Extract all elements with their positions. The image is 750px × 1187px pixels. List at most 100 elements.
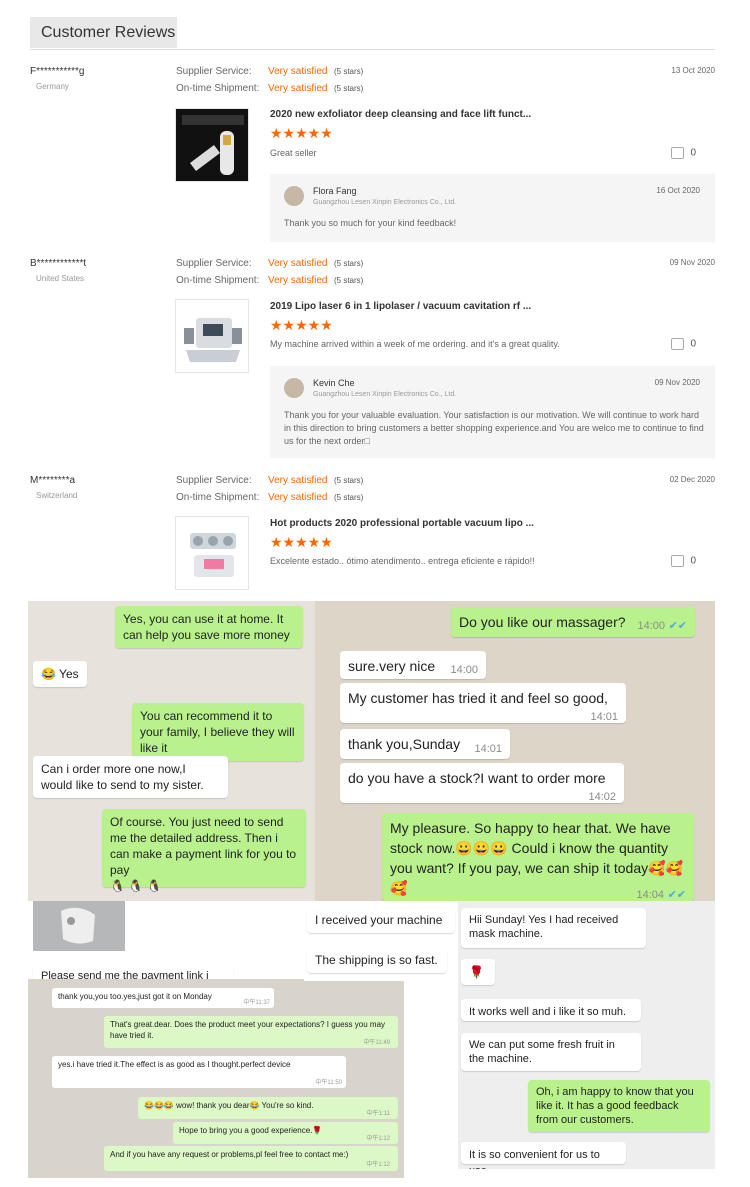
- like-button[interactable]: 0: [671, 555, 696, 567]
- product-image: [176, 109, 248, 181]
- chat-message: My pleasure. So happy to hear that. We h…: [382, 813, 694, 901]
- supplier-service-value: Very satisfied: [268, 258, 328, 269]
- message-time: 中午1:12: [366, 1136, 390, 1142]
- supplier-service-value: Very satisfied: [268, 66, 328, 77]
- review-date: 02 Dec 2020: [669, 475, 715, 484]
- chat-message-text: yes.i have tried it.The effect is as goo…: [58, 1060, 291, 1069]
- read-ticks-icon: ✔✔: [667, 889, 686, 901]
- chat-panel-right: Do you like our massager? 14:00 ✔✔ sure.…: [315, 601, 715, 901]
- chat-message-text: Of course. You just need to send me the …: [110, 815, 297, 877]
- rating-stars: ★★★★★: [270, 125, 333, 141]
- supplier-service-value: Very satisfied: [268, 475, 328, 486]
- chat-message: thank you,you too.yes,just got it on Mon…: [52, 988, 274, 1008]
- supplier-service-stars: (5 stars): [334, 476, 364, 485]
- product-title[interactable]: 2019 Lipo laser 6 in 1 lipolaser / vacuu…: [270, 301, 531, 312]
- product-photo[interactable]: [33, 901, 125, 951]
- like-button[interactable]: 0: [671, 338, 696, 350]
- message-time: 14:00: [637, 620, 665, 632]
- shipment-stars: (5 stars): [334, 493, 364, 502]
- product-thumbnail[interactable]: [175, 516, 249, 590]
- message-time: 14:00: [450, 664, 478, 676]
- thumbs-up-icon: [671, 338, 685, 350]
- review-text: My machine arrived within a week of me o…: [270, 339, 560, 349]
- shipment-stars: (5 stars): [334, 276, 364, 285]
- message-time: 14:01: [590, 711, 618, 723]
- message-time: 14:02: [588, 791, 616, 803]
- message-time: 14:01: [474, 743, 502, 755]
- thumbs-up-icon: [671, 555, 685, 567]
- chat-message: We can put some fresh fruit in the machi…: [461, 1033, 641, 1071]
- message-time: 中午11:37: [243, 1000, 270, 1006]
- review-item: B************t United States Supplier Se…: [30, 258, 715, 458]
- chat-message: Yes, you can use it at home. It can help…: [115, 606, 303, 648]
- reply-text: Thank you so much for your kind feedback…: [284, 218, 457, 228]
- reply-text: Thank you for your valuable evaluation. …: [284, 410, 704, 446]
- message-time: 14:04: [636, 889, 664, 901]
- chat-message: 😂😂😂 wow! thank you dear😂 You're so kind.…: [138, 1097, 398, 1119]
- reply-company: Guangzhou Lesen Xinpin Electronics Co., …: [313, 199, 457, 206]
- review-text: Excelente estado.. ótimo atendimento.. e…: [270, 556, 535, 566]
- shipment-value: Very satisfied: [268, 83, 328, 94]
- chat-message-text: 😂😂😂 wow! thank you dear😂 You're so kind.: [144, 1101, 314, 1110]
- chat-message: Hii Sunday! Yes I had received mask mach…: [461, 908, 646, 948]
- shipment-value: Very satisfied: [268, 275, 328, 286]
- shipment-value: Very satisfied: [268, 492, 328, 503]
- supplier-service-stars: (5 stars): [334, 67, 364, 76]
- like-button[interactable]: 0: [671, 147, 696, 159]
- reply-name: Flora Fang: [313, 186, 357, 196]
- avatar: [284, 378, 304, 398]
- chat-message: The shipping is so fast.: [307, 947, 447, 973]
- chat-message-text: My customer has tried it and feel so goo…: [348, 690, 608, 706]
- chat-message-text: Hope to bring you a good experience.🌹: [179, 1126, 323, 1135]
- product-title[interactable]: 2020 new exfoliator deep cleansing and f…: [270, 109, 531, 120]
- reviews-header: Customer Reviews: [30, 15, 715, 50]
- message-time: 中午1:12: [366, 1162, 390, 1168]
- chat-message: And if you have any request or problems,…: [104, 1146, 398, 1171]
- chat-message-emoji: 🐧 🐧 🐧: [110, 879, 162, 893]
- chat-panel-middle: I received your machine The shipping is …: [304, 901, 458, 981]
- review-date: 09 Nov 2020: [669, 258, 715, 267]
- chat-message-text: That's great.dear. Does the product meet…: [110, 1020, 386, 1040]
- review-item: M********a Switzerland Supplier Service:…: [30, 475, 715, 595]
- chat-message-text: And if you have any request or problems,…: [110, 1150, 349, 1159]
- rating-stars: ★★★★★: [270, 317, 333, 333]
- chat-message: I received your machine: [307, 907, 455, 933]
- supplier-reply: Kevin Che Guangzhou Lesen Xinpin Electro…: [270, 366, 715, 458]
- product-title[interactable]: Hot products 2020 professional portable …: [270, 518, 534, 529]
- buyer-name: F***********g: [30, 66, 85, 77]
- product-thumbnail[interactable]: [175, 108, 249, 182]
- shipment-label: On-time Shipment:: [176, 492, 260, 503]
- message-time: 中午11:50: [315, 1080, 342, 1086]
- message-time: 中午1:11: [366, 1111, 390, 1117]
- chat-message: Please send me the payment link i: [33, 963, 233, 979]
- chat-panel-left: Yes, you can use it at home. It can help…: [28, 601, 315, 901]
- chat-message: Of course. You just need to send me the …: [102, 809, 306, 893]
- supplier-reply: Flora Fang Guangzhou Lesen Xinpin Electr…: [270, 174, 715, 242]
- reply-company: Guangzhou Lesen Xinpin Electronics Co., …: [313, 391, 457, 398]
- chat-message-text: thank you,you too.yes,just got it on Mon…: [58, 992, 212, 1001]
- product-thumbnail[interactable]: [175, 299, 249, 373]
- chat-message: 😂 Yes: [33, 661, 87, 687]
- chat-message: sure.very nice 14:00: [340, 651, 486, 679]
- chat-message-text: thank you,Sunday: [348, 736, 461, 752]
- chat-panel-bottom: thank you,you too.yes,just got it on Mon…: [28, 979, 404, 1178]
- buyer-country: Switzerland: [36, 491, 78, 500]
- chat-message: My customer has tried it and feel so goo…: [340, 683, 626, 723]
- reply-date: 16 Oct 2020: [656, 186, 700, 195]
- product-image: [184, 318, 242, 362]
- chat-message: Hope to bring you a good experience.🌹 中午…: [173, 1122, 398, 1144]
- buyer-country: Germany: [36, 82, 69, 91]
- chat-message-text: Do you like our massager?: [459, 614, 626, 630]
- review-text: Great seller: [270, 148, 317, 158]
- review-item: F***********g Germany Supplier Service: …: [30, 66, 715, 246]
- shipment-stars: (5 stars): [334, 84, 364, 93]
- reply-name: Kevin Che: [313, 378, 355, 388]
- like-count: 0: [690, 555, 696, 567]
- shipment-label: On-time Shipment:: [176, 275, 260, 286]
- chat-message: It works well and i like it so muh.: [461, 999, 641, 1021]
- chat-message: do you have a stock?I want to order more…: [340, 763, 624, 803]
- chat-message: Can i order more one now,I would like to…: [33, 756, 228, 798]
- chat-message: thank you,Sunday 14:01: [340, 729, 510, 759]
- like-count: 0: [690, 147, 696, 159]
- chat-message-text: do you have a stock?I want to order more: [348, 770, 606, 786]
